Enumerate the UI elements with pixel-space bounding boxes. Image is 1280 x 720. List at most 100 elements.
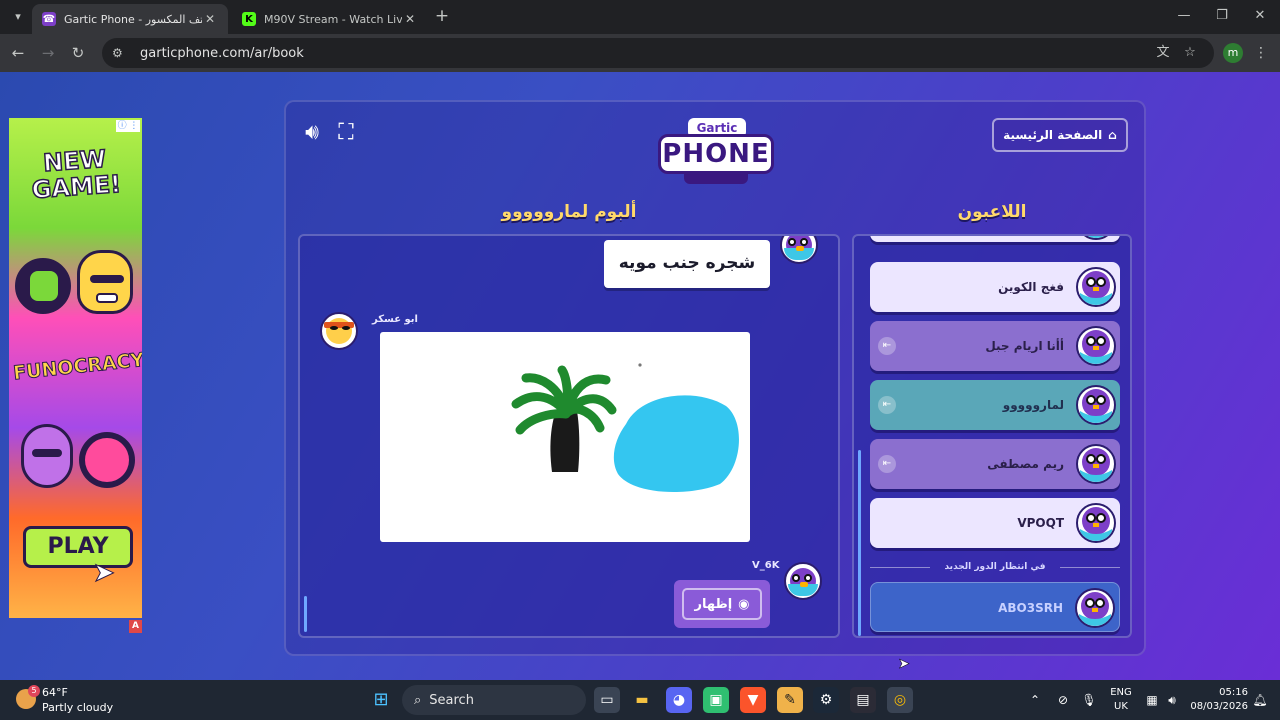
file-explorer-icon[interactable]: ▬ [629, 687, 655, 713]
home-button-label: الصفحة الرئيسية [1003, 128, 1103, 142]
show-hidden-icons[interactable]: ⌃ [1025, 690, 1045, 710]
player-row-partial [870, 236, 1120, 242]
network-off-icon[interactable]: ⊘ [1053, 690, 1073, 710]
page-content: ⓘ ⋮ NEW GAME! FUNOCRACY PLAY ➤ A 🔊︎ ⛶ Ga… [0, 72, 1280, 680]
temperature: 64°F [42, 686, 68, 699]
minimize-icon[interactable]: — [1172, 6, 1196, 26]
player-avatar [1076, 236, 1116, 240]
album-scrollbar[interactable] [304, 596, 307, 632]
discord-icon[interactable]: ◕ [666, 687, 692, 713]
show-button[interactable]: إظهار ◉ [674, 580, 770, 628]
ad-badge[interactable]: A [129, 620, 142, 633]
player-avatar [1076, 385, 1116, 425]
steam-icon[interactable]: ⚙ [813, 687, 839, 713]
drawer-name: ابو عسكر [372, 314, 418, 325]
waiting-player-row: ABO3SRH [870, 582, 1120, 632]
ad-cursor-icon: ➤ [93, 558, 116, 589]
close-window-icon[interactable]: ✕ [1248, 6, 1272, 26]
wifi-icon[interactable]: ▦ [1142, 690, 1162, 710]
notes-app-icon[interactable]: ✎ [777, 687, 803, 713]
site-info-icon[interactable]: ⚙ [112, 46, 130, 60]
eye-icon: ◉ [738, 596, 750, 612]
player-avatar [1076, 267, 1116, 307]
ad-info-icon[interactable]: ⓘ ⋮ [116, 120, 140, 132]
advertisement[interactable]: ⓘ ⋮ NEW GAME! FUNOCRACY PLAY ➤ [9, 118, 142, 618]
tab-title: M90V Stream - Watch Live on K [264, 12, 402, 26]
windows-start-icon[interactable]: ⊞ [368, 687, 394, 713]
player-name: لمارووووو [1002, 398, 1064, 412]
tab-search-icon[interactable]: ▾ [8, 7, 28, 27]
chat-app-icon[interactable]: ▣ [703, 687, 729, 713]
task-view-icon[interactable]: ▭ [594, 687, 620, 713]
address-bar[interactable]: ⚙ garticphone.com/ar/book [102, 38, 1214, 68]
restore-icon[interactable]: ❐ [1210, 6, 1234, 26]
home-button[interactable]: الصفحة الرئيسية ⌂ [992, 118, 1128, 152]
kick-player-icon[interactable]: ⇤ [878, 396, 896, 414]
ad-thumbs-up-character [15, 258, 71, 314]
bookmark-star-icon[interactable]: ☆ [1181, 45, 1199, 61]
kick-icon: K [242, 12, 256, 26]
waiting-label: في انتظار الدور الجديد [944, 562, 1046, 572]
show-button-label: إظهار [694, 596, 733, 612]
weather-condition: Partly cloudy [42, 701, 114, 714]
gartic-phone-logo: Gartic PHONE [658, 118, 774, 186]
home-icon: ⌂ [1108, 128, 1117, 142]
back-icon[interactable]: ← [8, 43, 28, 63]
player-name: VPOQT [1017, 516, 1064, 530]
microphone-icon[interactable]: 🎙︎ [1079, 690, 1099, 710]
reload-icon[interactable]: ↻ [68, 43, 88, 63]
clock[interactable]: 05:16 08/03/2026 [1184, 686, 1248, 714]
volume-tray-icon[interactable]: 🔊︎ [1162, 690, 1182, 710]
forward-icon[interactable]: → [38, 43, 58, 63]
ad-bearded-character [21, 424, 73, 488]
game-launcher-icon[interactable]: ▤ [850, 687, 876, 713]
tab-gartic-phone[interactable]: ☎ Gartic Phone - الهاتف المكسور ✕ [32, 4, 228, 34]
menu-icon[interactable]: ⋮ [1254, 43, 1268, 63]
new-tab-icon[interactable]: + [432, 6, 452, 26]
palm-tree-and-water-drawing [511, 363, 739, 493]
game-frame: 🔊︎ ⛶ Gartic PHONE الصفحة الرئيسية ⌂ ألبو… [284, 100, 1146, 656]
brave-browser-icon[interactable]: ▼ [740, 687, 766, 713]
ad-headline: NEW GAME! [30, 144, 123, 205]
taskbar-search[interactable]: ⌕ Search [402, 685, 586, 715]
region-code: UK [1114, 701, 1128, 712]
fullscreen-icon[interactable]: ⛶ [332, 120, 360, 146]
player-name: فغج الكوين [998, 280, 1064, 294]
ad-blonde-character [77, 250, 133, 314]
player-row: ⇤ لمارووووو [870, 380, 1120, 430]
player-name: ريم مصطفى [987, 457, 1064, 471]
drawer-avatar [320, 312, 358, 350]
browser-toolbar: ← → ↻ ⚙ garticphone.com/ar/book 文 ☆ m ⋮ [0, 34, 1280, 72]
close-tab-icon[interactable]: ✕ [202, 12, 218, 26]
taskbar: 5 64°F Partly cloudy ⊞ ⌕ Search ▭ ▬ ◕ ▣ … [0, 680, 1280, 720]
weather-widget[interactable]: 5 64°F Partly cloudy [14, 685, 134, 715]
ad-brand: FUNOCRACY [12, 348, 142, 385]
language-code: ENG [1110, 687, 1132, 698]
player-name: ABO3SRH [998, 601, 1063, 615]
kick-player-icon[interactable]: ⇤ [878, 337, 896, 355]
ad-angry-character [79, 432, 135, 488]
search-icon: ⌕ [414, 692, 422, 708]
kick-player-icon[interactable]: ⇤ [878, 455, 896, 473]
input-language[interactable]: ENG UK [1106, 686, 1136, 714]
player-avatar [784, 562, 822, 600]
phone-icon: ☎ [42, 12, 56, 26]
player-row: ⇤ أأنا اريام جبل [870, 321, 1120, 371]
tab-kick-stream[interactable]: K M90V Stream - Watch Live on K ✕ [232, 4, 428, 34]
waiting-separator: في انتظار الدور الجديد [870, 560, 1120, 574]
players-panel[interactable]: فغج الكوين ⇤ أأنا اريام جبل ⇤ لمارووووو [852, 234, 1132, 638]
browser-tab-bar: ▾ ☎ Gartic Phone - الهاتف المكسور ✕ K M9… [0, 0, 1280, 34]
player-avatar [1076, 444, 1116, 484]
prompt-bubble: شجره جنب مويه [604, 240, 770, 288]
weather-badge: 5 [28, 685, 40, 697]
close-tab-icon[interactable]: ✕ [402, 12, 418, 26]
chrome-icon[interactable]: ◎ [887, 687, 913, 713]
players-scrollbar[interactable] [858, 450, 861, 636]
album-panel[interactable]: شجره جنب مويه ابو عسكر V_6K إظهار ◉ [298, 234, 840, 638]
translate-icon[interactable]: 文 [1154, 45, 1172, 61]
ad-play-button[interactable]: PLAY [23, 526, 133, 568]
profile-avatar[interactable]: m [1223, 43, 1243, 63]
volume-icon[interactable]: 🔊︎ [298, 120, 326, 146]
notifications-icon[interactable]: 🔔︎ [1250, 690, 1270, 710]
player-avatar [1075, 588, 1115, 628]
